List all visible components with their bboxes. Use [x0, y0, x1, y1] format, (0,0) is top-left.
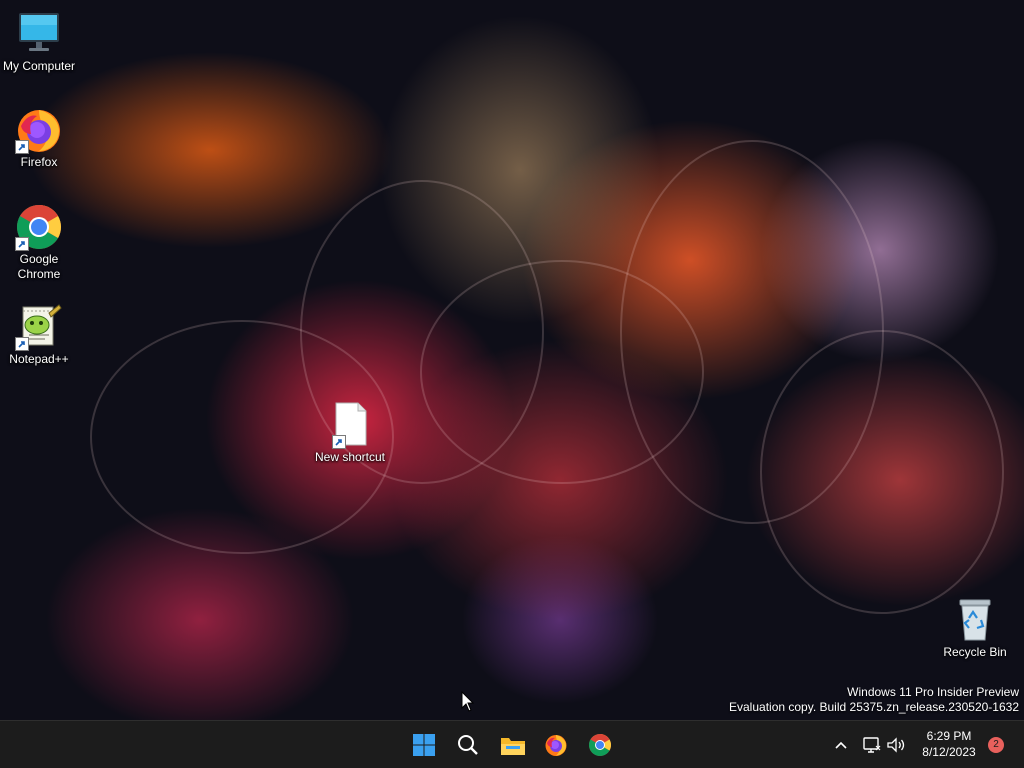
- desktop-icon-label: Firefox: [20, 155, 58, 169]
- desktop-icon-firefox[interactable]: Firefox: [1, 106, 77, 170]
- desktop[interactable]: My Computer Firefox Google Chrome Notepa…: [0, 0, 1024, 720]
- file-explorer-icon: [501, 738, 525, 755]
- wallpaper-wave: [760, 330, 1004, 614]
- firefox-icon: [545, 735, 567, 756]
- blank-file-icon: [326, 401, 374, 449]
- desktop-icon-label: My Computer: [2, 59, 76, 73]
- shortcut-arrow-icon: [332, 435, 346, 449]
- network-ethernet-icon: [863, 737, 881, 753]
- desktop-icon-notepadpp[interactable]: Notepad++: [1, 303, 77, 367]
- search-button[interactable]: [450, 727, 486, 763]
- recycle-bin-icon: [951, 596, 999, 644]
- taskbar: 6:29 PM 8/12/2023 2: [0, 720, 1024, 768]
- firefox-icon: [15, 106, 63, 154]
- taskbar-firefox-button[interactable]: [538, 727, 574, 763]
- clock-time: 6:29 PM: [926, 729, 972, 743]
- show-hidden-icons-button[interactable]: [832, 733, 850, 757]
- windows-watermark: Windows 11 Pro Insider Preview Evaluatio…: [729, 685, 1019, 715]
- desktop-icon-new-shortcut[interactable]: New shortcut: [312, 401, 388, 465]
- file-explorer-button[interactable]: [494, 727, 530, 763]
- desktop-icon-my-computer[interactable]: My Computer: [1, 10, 77, 74]
- start-button[interactable]: [406, 727, 442, 763]
- chrome-icon: [589, 734, 611, 756]
- clock-date: 8/12/2023: [922, 745, 976, 759]
- volume-button[interactable]: [886, 733, 906, 757]
- taskbar-chrome-button[interactable]: [582, 727, 618, 763]
- chrome-icon: [15, 203, 63, 251]
- windows-start-icon: [413, 734, 435, 756]
- watermark-build: Evaluation copy. Build 25375.zn_release.…: [729, 700, 1019, 714]
- clock-button[interactable]: 6:29 PM 8/12/2023: [912, 728, 986, 760]
- desktop-icon-recycle-bin[interactable]: Recycle Bin: [937, 596, 1013, 660]
- shortcut-arrow-icon: [15, 140, 29, 154]
- desktop-icon-label: Recycle Bin: [943, 645, 1007, 659]
- shortcut-arrow-icon: [15, 237, 29, 251]
- chevron-up-icon: [835, 741, 847, 749]
- search-icon: [458, 735, 478, 755]
- desktop-icon-google-chrome[interactable]: Google Chrome: [1, 203, 77, 282]
- mouse-cursor-icon: [461, 690, 475, 718]
- shortcut-arrow-icon: [15, 337, 29, 351]
- desktop-icon-label: New shortcut: [314, 450, 386, 464]
- notification-badge[interactable]: 2: [988, 737, 1004, 753]
- notepadpp-icon: [15, 303, 63, 351]
- speaker-icon: [887, 737, 905, 753]
- desktop-icon-label: Notepad++: [9, 352, 69, 366]
- desktop-icon-label: Google Chrome: [17, 252, 61, 281]
- watermark-edition: Windows 11 Pro Insider Preview: [847, 685, 1019, 699]
- monitor-icon: [15, 10, 63, 58]
- network-status-button[interactable]: [862, 733, 882, 757]
